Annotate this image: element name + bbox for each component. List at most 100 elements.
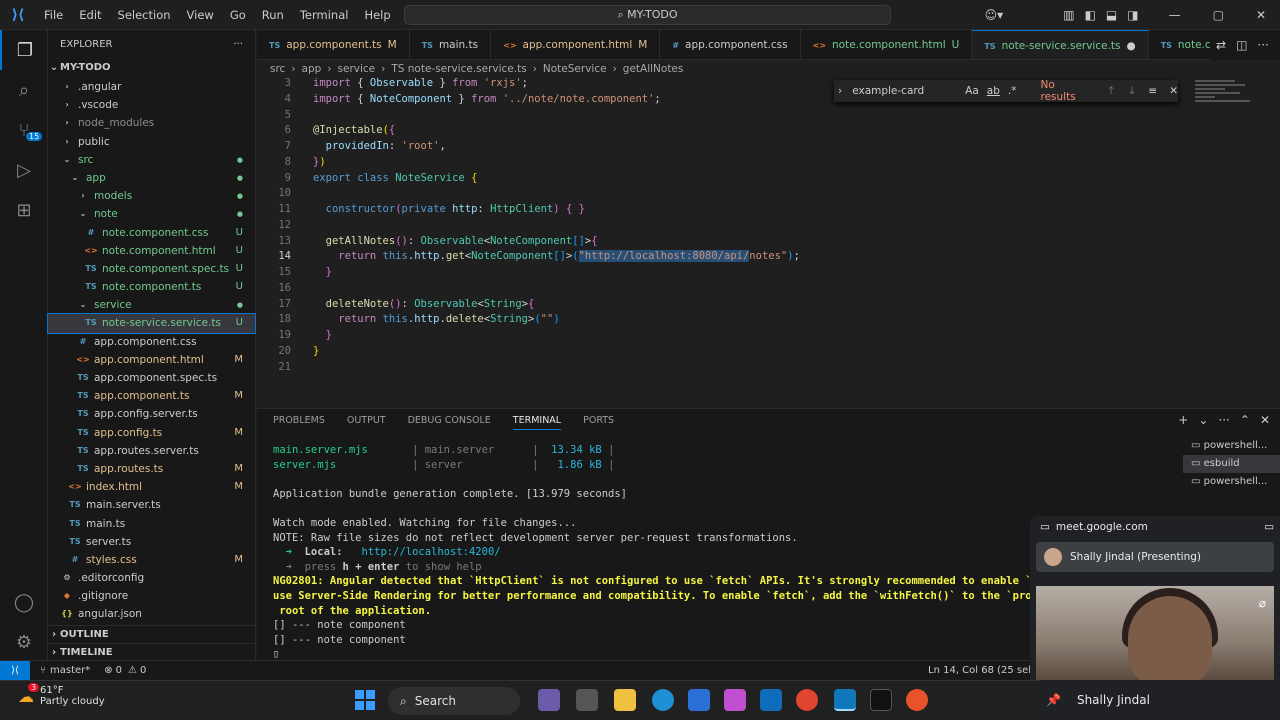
tree-item[interactable]: TS app.routes.server.ts xyxy=(48,442,255,460)
tree-item[interactable]: ⌄ app ● xyxy=(48,169,255,187)
tree-item[interactable]: ◆ .gitignore xyxy=(48,587,255,605)
editor-tab[interactable]: # app.component.css xyxy=(660,30,801,59)
editor-tab[interactable]: TS note-service.service.ts ● xyxy=(972,30,1149,59)
breadcrumb-item[interactable]: src xyxy=(270,63,285,75)
pip-icon[interactable]: ▭ xyxy=(1264,516,1274,538)
tree-item[interactable]: # styles.css M xyxy=(48,551,255,569)
copilot-app-icon[interactable] xyxy=(724,689,746,711)
command-center[interactable]: ⌕ MY-TODO xyxy=(404,5,891,25)
menu-selection[interactable]: Selection xyxy=(110,8,179,22)
code-line[interactable]: 14 return this.http.get<NoteComponent[]>… xyxy=(257,249,1257,265)
code-line[interactable]: 13 getAllNotes(): Observable<NoteCompone… xyxy=(257,234,1257,250)
editor-tab[interactable]: <> note.component.html U xyxy=(801,30,973,59)
menu-run[interactable]: Run xyxy=(254,8,292,22)
tree-item[interactable]: TS app.component.spec.ts xyxy=(48,369,255,387)
edge-browser-icon[interactable] xyxy=(652,689,674,711)
source-control-icon[interactable]: ⑂ 15 xyxy=(0,110,48,150)
terminal-instance[interactable]: ▭ powershell... xyxy=(1183,473,1280,491)
code-line[interactable]: 12 xyxy=(257,218,1257,234)
tree-item[interactable]: › node_modules xyxy=(48,114,255,132)
next-match-icon[interactable]: ↓ xyxy=(1128,85,1137,97)
cursor-position[interactable]: Ln 14, Col 68 (25 selec xyxy=(928,665,1043,676)
windows-start-icon[interactable] xyxy=(355,690,375,710)
code-editor[interactable]: 3 import { Observable } from 'rxjs'; 4 impo… xyxy=(257,76,1280,406)
toggle-sidebar-icon[interactable]: ◧ xyxy=(1085,8,1096,22)
tree-item[interactable]: › public xyxy=(48,133,255,151)
code-line[interactable]: 6 @Injectable({ xyxy=(257,123,1257,139)
panel-tab-debug-console[interactable]: DEBUG CONSOLE xyxy=(408,415,491,430)
menu-edit[interactable]: Edit xyxy=(71,8,109,22)
editor-tab[interactable]: <> app.component.html M xyxy=(491,30,661,59)
code-line[interactable]: 5 xyxy=(257,108,1257,124)
code-line[interactable]: 21 xyxy=(257,360,1257,376)
tree-item[interactable]: # app.component.css xyxy=(48,333,255,351)
breadcrumb-item[interactable]: getAllNotes xyxy=(623,63,684,75)
code-line[interactable]: 10 xyxy=(257,186,1257,202)
tree-item[interactable]: TS app.component.ts M xyxy=(48,387,255,405)
remote-icon[interactable]: ⟩⟨ xyxy=(0,660,30,681)
task-view-icon[interactable] xyxy=(576,689,598,711)
tree-item[interactable]: TS note.component.spec.ts U xyxy=(48,260,255,278)
panel-tab-terminal[interactable]: TERMINAL xyxy=(512,415,562,430)
find-input[interactable]: example-card xyxy=(852,85,961,97)
panel-tab-ports[interactable]: PORTS xyxy=(583,415,614,430)
account-icon[interactable]: ◯ xyxy=(0,582,48,622)
code-line[interactable]: 15 } xyxy=(257,265,1257,281)
tree-item[interactable]: TS server.ts xyxy=(48,533,255,551)
vscode-taskbar-icon[interactable] xyxy=(834,689,856,711)
toggle-replace-icon[interactable]: › xyxy=(838,85,842,97)
breadcrumb-item[interactable]: TS note-service.service.ts xyxy=(391,63,526,75)
chrome-icon[interactable] xyxy=(796,689,818,711)
code-line[interactable]: 17 deleteNote(): Observable<String>{ xyxy=(257,297,1257,313)
panel-tab-problems[interactable]: PROBLEMS xyxy=(273,415,325,430)
presenter-chip[interactable]: Shally Jindal (Presenting) xyxy=(1036,542,1274,572)
intellij-icon[interactable] xyxy=(870,689,892,711)
close-window-icon[interactable]: ✕ xyxy=(1256,8,1266,22)
maximize-panel-icon[interactable]: ⌃ xyxy=(1240,413,1250,427)
toggle-panel-icon[interactable]: ⬓ xyxy=(1106,8,1117,22)
code-line[interactable]: 11 constructor(private http: HttpClient)… xyxy=(257,202,1257,218)
previous-match-icon[interactable]: ↑ xyxy=(1107,85,1116,97)
code-line[interactable]: 19 } xyxy=(257,328,1257,344)
terminal-instance[interactable]: ▭ powershell... xyxy=(1183,437,1280,455)
tree-item[interactable]: › models ● xyxy=(48,187,255,205)
tree-item[interactable]: # note.component.css U xyxy=(48,224,255,242)
maximize-icon[interactable]: ▢ xyxy=(1213,8,1224,22)
timeline-section[interactable]: › TIMELINE xyxy=(48,643,256,661)
tree-item[interactable]: ⚙ .editorconfig xyxy=(48,569,255,587)
minimize-icon[interactable]: — xyxy=(1169,8,1181,22)
toggle-secondary-icon[interactable]: ◨ xyxy=(1127,8,1138,22)
search-view-icon[interactable]: ⌕ xyxy=(0,70,48,110)
tree-item[interactable]: <> note.component.html U xyxy=(48,242,255,260)
code-line[interactable]: 18 return this.http.delete<String>("") xyxy=(257,312,1257,328)
tree-item[interactable]: ⌄ service ● xyxy=(48,296,255,314)
menu-view[interactable]: View xyxy=(179,8,222,22)
branch-label[interactable]: master* xyxy=(50,665,90,676)
explorer-icon[interactable]: ❐ xyxy=(0,30,48,70)
more-icon[interactable]: ··· xyxy=(1257,38,1268,52)
match-case-toggle[interactable]: Aa xyxy=(965,85,979,97)
whole-word-toggle[interactable]: ab xyxy=(987,85,1000,97)
tree-item[interactable]: › .angular xyxy=(48,78,255,96)
tree-item[interactable]: TS note-service.service.ts U xyxy=(47,313,256,334)
store-icon[interactable] xyxy=(688,689,710,711)
tree-item[interactable]: TS note.component.ts U xyxy=(48,278,255,296)
menu-help[interactable]: Help xyxy=(356,8,398,22)
code-line[interactable]: 7 providedIn: 'root', xyxy=(257,139,1257,155)
panel-tab-output[interactable]: OUTPUT xyxy=(347,415,386,430)
tree-item[interactable]: TS app.config.ts M xyxy=(48,424,255,442)
error-count[interactable]: 0 xyxy=(116,665,122,676)
run-debug-icon[interactable]: ▷ xyxy=(0,150,48,190)
close-panel-icon[interactable]: ✕ xyxy=(1260,413,1270,427)
menu-terminal[interactable]: Terminal xyxy=(292,8,357,22)
extensions-icon[interactable]: ⊞ xyxy=(0,190,48,230)
terminal-instance[interactable]: ▭ esbuild xyxy=(1183,455,1280,473)
file-explorer-icon[interactable] xyxy=(614,689,636,711)
close-find-icon[interactable]: ✕ xyxy=(1169,85,1178,97)
split-editor-icon[interactable]: ◫ xyxy=(1236,38,1247,52)
outlook-icon[interactable] xyxy=(760,689,782,711)
terminal-output[interactable]: main.server.mjs | main.server | 13.34 kB… xyxy=(273,443,1070,662)
manage-gear-icon[interactable]: ⚙ xyxy=(0,622,48,662)
find-in-selection-icon[interactable]: ≡ xyxy=(1148,85,1157,97)
taskbar-search[interactable]: ⌕ Search xyxy=(388,687,520,715)
